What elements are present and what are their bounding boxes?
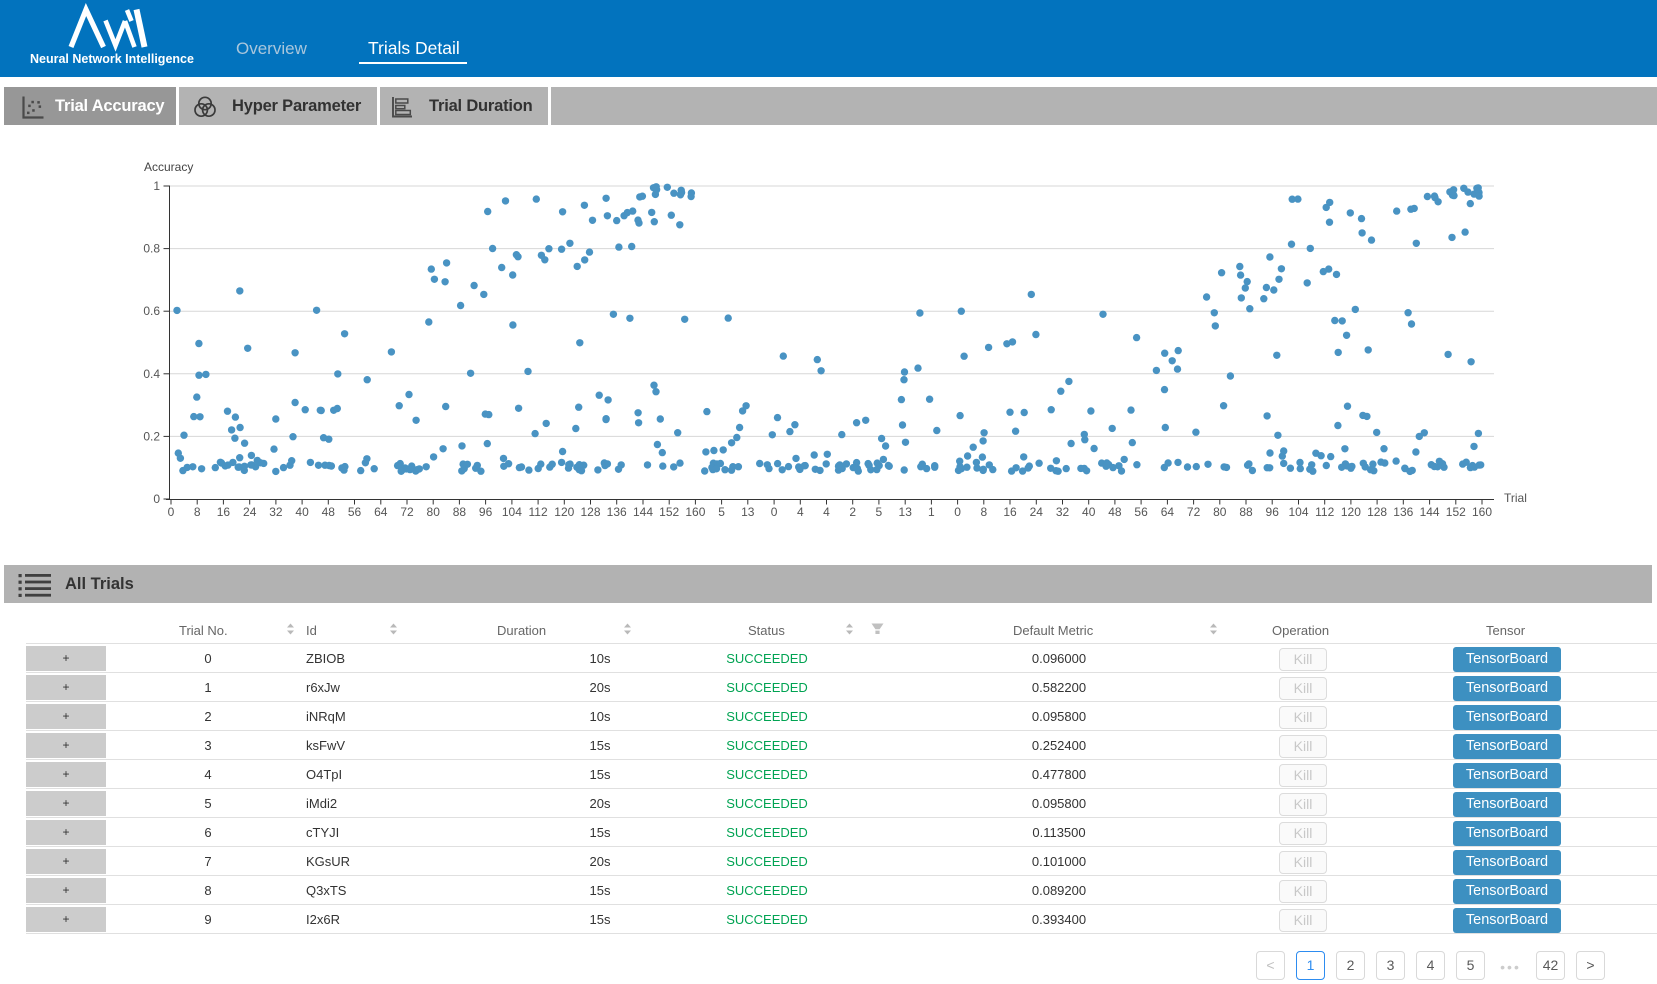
svg-text:88: 88 [1239,505,1253,519]
svg-text:Accuracy: Accuracy [144,160,193,174]
svg-text:8: 8 [980,505,987,519]
svg-text:88: 88 [453,505,467,519]
svg-text:72: 72 [400,505,414,519]
svg-text:56: 56 [348,505,362,519]
svg-text:64: 64 [374,505,388,519]
svg-text:48: 48 [322,505,336,519]
svg-text:1: 1 [928,505,935,519]
svg-text:128: 128 [1367,505,1387,519]
svg-text:144: 144 [633,505,653,519]
svg-text:80: 80 [427,505,441,519]
svg-text:0.4: 0.4 [143,367,160,381]
svg-text:96: 96 [479,505,493,519]
svg-text:4: 4 [797,505,804,519]
svg-text:96: 96 [1266,505,1280,519]
svg-text:32: 32 [269,505,283,519]
svg-text:0.8: 0.8 [143,242,160,256]
svg-text:Trial: Trial [1504,491,1527,505]
svg-text:24: 24 [243,505,257,519]
svg-text:0: 0 [954,505,961,519]
svg-text:136: 136 [1393,505,1413,519]
svg-text:1: 1 [153,179,160,193]
svg-text:112: 112 [1315,505,1334,519]
svg-text:40: 40 [295,505,309,519]
svg-text:120: 120 [554,505,574,519]
svg-text:112: 112 [529,505,548,519]
svg-text:13: 13 [741,505,755,519]
svg-text:0.2: 0.2 [143,429,160,443]
svg-text:0: 0 [153,492,160,506]
svg-text:136: 136 [607,505,627,519]
svg-text:152: 152 [659,505,679,519]
svg-text:72: 72 [1187,505,1201,519]
svg-text:5: 5 [876,505,883,519]
svg-text:120: 120 [1341,505,1361,519]
svg-text:104: 104 [502,505,522,519]
svg-text:160: 160 [1472,505,1492,519]
svg-text:40: 40 [1082,505,1096,519]
svg-text:2: 2 [849,505,856,519]
svg-text:64: 64 [1161,505,1175,519]
svg-text:80: 80 [1213,505,1227,519]
svg-text:0.6: 0.6 [143,304,160,318]
svg-text:5: 5 [718,505,725,519]
svg-text:8: 8 [194,505,201,519]
svg-text:16: 16 [217,505,231,519]
svg-text:56: 56 [1134,505,1148,519]
svg-text:144: 144 [1420,505,1440,519]
svg-text:13: 13 [899,505,913,519]
svg-text:0: 0 [771,505,778,519]
svg-text:128: 128 [580,505,600,519]
svg-text:104: 104 [1288,505,1308,519]
svg-text:152: 152 [1446,505,1466,519]
svg-text:160: 160 [685,505,705,519]
svg-text:0: 0 [168,505,175,519]
svg-text:32: 32 [1056,505,1070,519]
svg-text:24: 24 [1030,505,1044,519]
svg-text:4: 4 [823,505,830,519]
svg-text:48: 48 [1108,505,1122,519]
svg-text:16: 16 [1003,505,1017,519]
